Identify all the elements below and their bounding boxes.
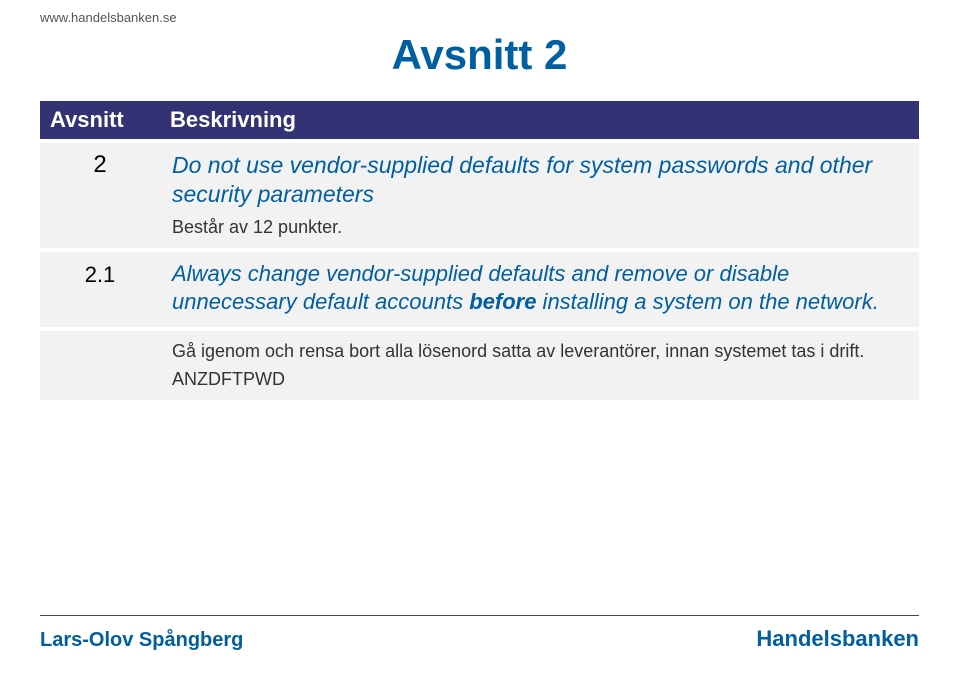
- subsection-text: Always change vendor-supplied defaults a…: [172, 260, 907, 317]
- col-header-section: Avsnitt: [40, 101, 160, 141]
- extra-text: Gå igenom och rensa bort alla lösenord s…: [172, 339, 907, 363]
- extra-description-cell: Gå igenom och rensa bort alla lösenord s…: [160, 329, 919, 402]
- table-row: 2 Do not use vendor-supplied defaults fo…: [40, 141, 919, 250]
- slide-page: www.handelsbanken.se Avsnitt 2 Avsnitt B…: [0, 0, 959, 674]
- header-url: www.handelsbanken.se: [40, 10, 919, 25]
- subsection-description-cell: Always change vendor-supplied defaults a…: [160, 250, 919, 329]
- footer-author: Lars-Olov Spångberg: [40, 629, 243, 652]
- section-description-cell: Do not use vendor-supplied defaults for …: [160, 141, 919, 250]
- section-note-text: Består av 12 punkter.: [172, 217, 907, 238]
- col-header-description: Beskrivning: [160, 101, 919, 141]
- page-title: Avsnitt 2: [40, 31, 919, 79]
- subsection-text-bold: before: [469, 289, 536, 314]
- table-header-row: Avsnitt Beskrivning: [40, 101, 919, 141]
- content-table: Avsnitt Beskrivning 2 Do not use vendor-…: [40, 101, 919, 404]
- section-number: 2: [40, 141, 160, 250]
- footer-divider: [40, 615, 919, 616]
- section-main-text: Do not use vendor-supplied defaults for …: [172, 151, 907, 209]
- footer: Lars-Olov Spångberg Handelsbanken: [40, 615, 919, 652]
- subsection-number: 2.1: [40, 250, 160, 329]
- footer-brand: Handelsbanken: [756, 626, 919, 652]
- subsection-text-post: installing a system on the network.: [536, 289, 878, 314]
- command-text: ANZDFTPWD: [172, 369, 907, 390]
- table-row: Gå igenom och rensa bort alla lösenord s…: [40, 329, 919, 402]
- empty-section-number: [40, 329, 160, 402]
- footer-row: Lars-Olov Spångberg Handelsbanken: [40, 626, 919, 652]
- table-row: 2.1 Always change vendor-supplied defaul…: [40, 250, 919, 329]
